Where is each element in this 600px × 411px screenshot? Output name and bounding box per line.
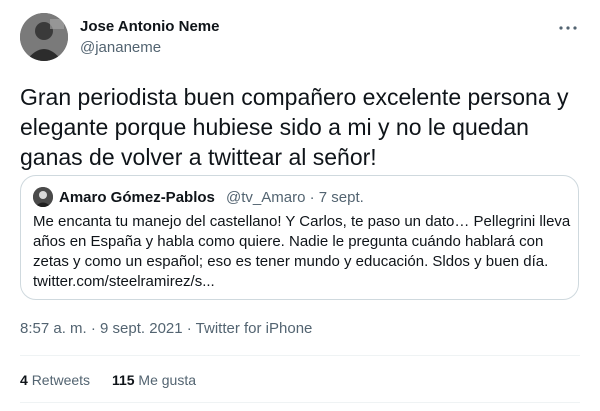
retweets-stat[interactable]: 4 Retweets	[20, 372, 90, 388]
tweet-text: Gran periodista buen compañero excelente…	[20, 84, 569, 170]
likes-label: Me gusta	[138, 372, 197, 388]
divider	[20, 402, 580, 403]
quoted-tweet[interactable]: Amaro Gómez-Pablos @tv_Amaro · 7 sept. M…	[20, 175, 579, 300]
retweets-count: 4	[20, 372, 28, 388]
tweet-timestamp[interactable]: 8:57 a. m. · 9 sept. 2021 · Twitter for …	[20, 320, 312, 337]
quoted-author-meta: @tv_Amaro · 7 sept.	[226, 189, 364, 206]
more-horizontal-icon[interactable]	[556, 16, 580, 40]
tweet-card: Jose Antonio Neme @jananeme Gran periodi…	[0, 0, 600, 411]
quoted-author-name: Amaro Gómez-Pablos	[59, 189, 215, 206]
author-avatar[interactable]	[20, 13, 68, 61]
divider	[20, 355, 580, 356]
author-handle[interactable]: @jananeme	[80, 39, 161, 56]
author-name[interactable]: Jose Antonio Neme	[80, 18, 219, 35]
quoted-author-avatar	[33, 187, 53, 207]
retweets-label: Retweets	[31, 372, 91, 388]
quoted-tweet-text: Me encanta tu manejo del castellano! Y C…	[33, 213, 571, 290]
likes-stat[interactable]: 115 Me gusta	[112, 372, 196, 388]
likes-count: 115	[111, 372, 135, 388]
engagement-stats: 4 Retweets 115 Me gusta	[20, 372, 214, 388]
